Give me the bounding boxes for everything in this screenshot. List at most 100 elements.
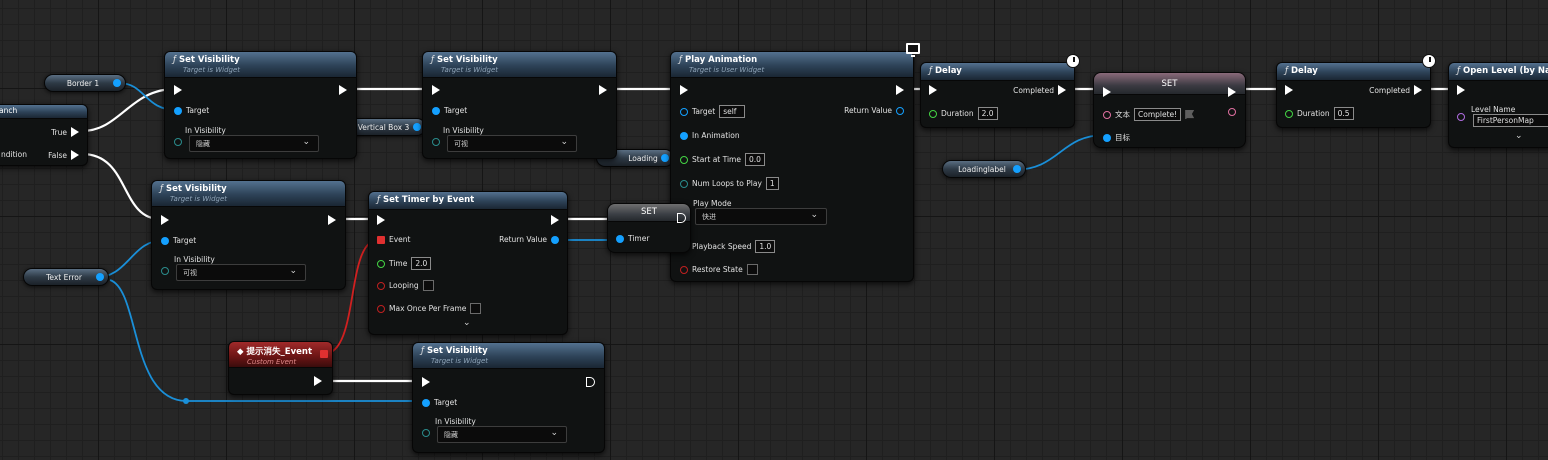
in-animation-pin[interactable]: In Animation — [680, 131, 740, 140]
duration-pin[interactable]: Duration 2.0 — [929, 107, 998, 120]
in-visibility-dropdown[interactable]: 隐藏 ⌄ — [189, 135, 319, 152]
variable-text-error[interactable]: Text Error — [23, 268, 109, 286]
set-timer-by-event-node[interactable]: ƒ Set Timer by Event Event Return Value T… — [368, 191, 568, 335]
exec-out-pin-icon[interactable] — [551, 215, 559, 225]
monitor-icon — [906, 43, 920, 57]
timer-pin[interactable]: Timer — [616, 234, 649, 243]
time-field[interactable]: 2.0 — [411, 257, 432, 270]
return-value-pin[interactable]: Return Value — [844, 106, 904, 115]
text-value-field[interactable]: Complete! — [1134, 108, 1182, 121]
target-pin[interactable]: Target — [161, 236, 196, 245]
duration-field[interactable]: 0.5 — [1333, 107, 1354, 120]
exec-out-pin-icon[interactable] — [896, 85, 904, 95]
flag-icon[interactable] — [1185, 110, 1195, 119]
in-visibility-label: In Visibility — [174, 255, 215, 264]
variable-pin-icon[interactable] — [1013, 165, 1021, 173]
set-visibility-node-3[interactable]: ƒ Set Visibility Target is Widget Target … — [151, 180, 346, 290]
start-at-time-field[interactable]: 0.0 — [744, 153, 765, 166]
target-pin[interactable]: Target — [422, 398, 457, 407]
branch-true-pin[interactable]: True — [51, 127, 79, 137]
delay-node-2[interactable]: ƒ Delay Completed Duration 0.5 — [1276, 62, 1431, 128]
looping-pin[interactable]: Looping — [377, 280, 434, 291]
start-at-time-pin[interactable]: Start at Time 0.0 — [680, 153, 765, 166]
set-timer-variable-node[interactable]: SET Timer — [607, 203, 691, 253]
max-once-pin[interactable]: Max Once Per Frame — [377, 303, 482, 314]
completed-pin[interactable]: Completed — [1369, 85, 1422, 95]
completed-pin[interactable]: Completed — [1013, 85, 1066, 95]
in-visibility-dropdown[interactable]: 可视 ⌄ — [176, 264, 306, 281]
node-title: Delay — [935, 66, 962, 76]
exec-in-pin-icon[interactable] — [1457, 85, 1465, 95]
playback-speed-field[interactable]: 1.0 — [755, 240, 776, 253]
set-text-node[interactable]: SET 文本 Complete! 目标 — [1093, 72, 1246, 148]
variable-pin-icon[interactable] — [413, 123, 421, 131]
duration-field[interactable]: 2.0 — [977, 107, 998, 120]
exec-in-pin-icon[interactable] — [1103, 87, 1111, 97]
variable-vertical-box3[interactable]: Vertical Box 3 — [347, 118, 426, 136]
branch-false-pin[interactable]: False — [48, 150, 79, 160]
variable-border1[interactable]: Border 1 — [44, 74, 126, 92]
clock-icon — [1422, 54, 1436, 68]
branch-node[interactable]: anch True ndition False — [0, 104, 88, 166]
enum-pin-icon[interactable] — [422, 429, 430, 437]
max-once-checkbox[interactable] — [470, 303, 482, 314]
num-loops-field[interactable]: 1 — [765, 177, 779, 190]
exec-in-pin-icon[interactable] — [161, 215, 169, 225]
level-name-field[interactable]: FirstPersonMap — [1473, 114, 1548, 127]
target-pin[interactable]: Target — [432, 106, 467, 115]
exec-in-pin-icon[interactable] — [422, 377, 430, 387]
event-pin[interactable]: Event — [377, 235, 411, 244]
exec-in-pin-icon[interactable] — [432, 85, 440, 95]
expand-chevron-icon[interactable]: ⌄ — [1515, 131, 1523, 141]
exec-out-pin-icon[interactable] — [599, 85, 607, 95]
exec-in-pin-icon[interactable] — [377, 215, 385, 225]
name-pin-icon[interactable] — [1457, 113, 1465, 121]
bool-pin-icon — [377, 281, 385, 290]
in-visibility-dropdown[interactable]: 可视 ⌄ — [447, 135, 577, 152]
text-out-pin-icon[interactable] — [1228, 108, 1236, 116]
set-visibility-node-4[interactable]: ƒ Set Visibility Target is Widget Target … — [412, 342, 605, 453]
delay-node-1[interactable]: ƒ Delay Completed Duration 2.0 — [920, 62, 1075, 128]
enum-pin-icon[interactable] — [174, 138, 182, 146]
exec-in-pin-icon[interactable] — [174, 85, 182, 95]
restore-state-checkbox[interactable] — [746, 264, 758, 275]
set-visibility-node-2[interactable]: ƒ Set Visibility Target is Widget Target … — [422, 51, 617, 159]
play-mode-dropdown[interactable]: 快进 ⌄ — [695, 208, 827, 225]
exec-out-pin-icon — [71, 127, 79, 137]
duration-pin[interactable]: Duration 0.5 — [1285, 107, 1354, 120]
expand-chevron-icon[interactable]: ⌄ — [463, 318, 471, 328]
play-animation-node[interactable]: ƒ Play Animation Target is User Widget Ta… — [670, 51, 914, 282]
delegate-out-pin-icon[interactable] — [320, 350, 328, 358]
exec-in-pin-icon[interactable] — [1285, 85, 1293, 95]
playback-speed-pin[interactable]: Playback Speed 1.0 — [680, 240, 776, 253]
exec-out-pin-icon[interactable] — [314, 376, 322, 386]
target-self-field[interactable]: self — [719, 105, 746, 118]
exec-in-pin-icon[interactable] — [680, 85, 688, 95]
num-loops-pin[interactable]: Num Loops to Play 1 — [680, 177, 779, 190]
open-level-node[interactable]: ƒOpen Level (by Nam Level Name FirstPers… — [1448, 62, 1548, 148]
text-pin[interactable]: 文本 Complete! — [1103, 108, 1195, 121]
restore-state-pin[interactable]: Restore State — [680, 264, 758, 275]
custom-event-node[interactable]: ◆ 提示消失_Event Custom Event — [228, 341, 333, 395]
exec-out-pin-icon[interactable] — [1228, 87, 1236, 97]
enum-pin-icon[interactable] — [161, 267, 169, 275]
variable-pin-icon[interactable] — [113, 79, 121, 87]
variable-pin-icon[interactable] — [96, 273, 104, 281]
exec-out-pin-icon[interactable] — [339, 85, 347, 95]
node-title: Delay — [1291, 66, 1318, 76]
variable-loadinglabel[interactable]: Loadinglabel — [942, 160, 1026, 178]
return-value-pin[interactable]: Return Value — [499, 235, 559, 244]
set-visibility-node-1[interactable]: ƒ Set Visibility Target is Widget Target … — [164, 51, 357, 159]
in-visibility-dropdown[interactable]: 隐藏 ⌄ — [437, 426, 567, 443]
enum-pin-icon[interactable] — [432, 138, 440, 146]
exec-in-pin-icon[interactable] — [929, 85, 937, 95]
exec-out-hollow-icon[interactable] — [586, 377, 595, 387]
target-pin[interactable]: Target — [174, 106, 209, 115]
target-pin[interactable]: 目标 — [1103, 132, 1130, 143]
looping-checkbox[interactable] — [422, 280, 434, 291]
variable-pin-icon[interactable] — [661, 154, 669, 162]
time-pin[interactable]: Time 2.0 — [377, 257, 432, 270]
target-pin[interactable]: Target self — [680, 105, 746, 118]
exec-out-pin-icon[interactable] — [328, 215, 336, 225]
node-subtitle: Target is Widget — [431, 357, 489, 365]
